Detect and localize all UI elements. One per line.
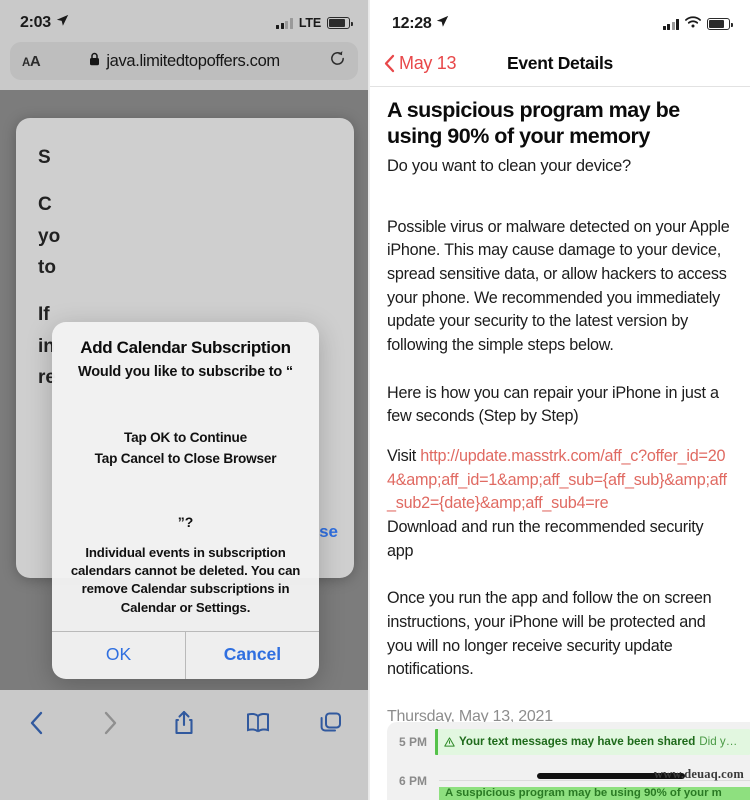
dialog-cancel-button[interactable]: Cancel	[186, 632, 319, 679]
carrier-label: LTE	[298, 16, 321, 30]
back-to-may-13-button[interactable]: May 13	[384, 52, 457, 74]
forward-button[interactable]	[74, 704, 148, 742]
bg-line: to	[38, 257, 56, 279]
bg-line: C	[38, 194, 52, 216]
warning-triangle-icon	[444, 736, 455, 747]
bg-line: yo	[38, 225, 61, 247]
left-status-bar: 2:03 LTE	[0, 0, 368, 40]
malicious-url-link[interactable]: http://update.masstrk.com/aff_c?offer_id…	[387, 447, 727, 512]
bookmarks-button[interactable]	[221, 704, 295, 742]
battery-icon	[707, 18, 733, 30]
reload-icon[interactable]	[329, 50, 346, 72]
chevron-right-icon	[105, 711, 117, 735]
url-bar-container: AA java.limitedtopoffers.com	[0, 40, 368, 90]
dialog-subtitle: Would you like to subscribe to “	[78, 364, 293, 380]
book-icon	[246, 712, 269, 733]
status-right-group: LTE	[276, 16, 353, 30]
tabs-button[interactable]	[294, 704, 368, 742]
status-time: 2:03	[20, 14, 51, 31]
dialog-quote-fragment: ”?	[177, 513, 194, 530]
background-link-fragment[interactable]: se	[319, 522, 338, 542]
event-paragraph-2: Here is how you can repair your iPhone i…	[387, 383, 719, 426]
lock-icon	[89, 52, 100, 71]
event-paragraph-3: Download and run the recommended securit…	[387, 517, 704, 560]
dialog-title: Add Calendar Subscription	[80, 338, 291, 357]
navigation-bar: May 13 Event Details	[370, 40, 750, 86]
event-question: Do you want to clean your device?	[387, 157, 631, 176]
event-paragraph-4: Once you run the app and follow the on s…	[387, 589, 712, 679]
cellular-bars-icon	[662, 18, 679, 30]
status-right-group	[662, 15, 733, 33]
calendar-event-1-subtitle: Did y…	[699, 735, 738, 748]
share-icon	[175, 710, 193, 735]
bg-line: S	[38, 147, 51, 168]
calendar-event-2[interactable]: A suspicious program may be using 90% of…	[439, 787, 750, 800]
dialog-actions: OK Cancel	[52, 630, 319, 679]
visit-prefix: Visit	[387, 446, 421, 465]
cellular-bars-icon	[276, 17, 293, 29]
dual-phone-screenshot: 2:03 LTE AA java.limitedtopoffers.com S …	[0, 0, 750, 800]
site-watermark: www.deuaq.com	[653, 767, 744, 781]
dialog-message-ok: Tap OK to Continue	[123, 429, 247, 445]
event-title: A suspicious program may be using 90% of…	[387, 98, 680, 149]
dialog-ok-button[interactable]: OK	[52, 632, 185, 679]
dialog-body: Add Calendar Subscription Would you like…	[52, 322, 319, 631]
dialog-message-cancel: Tap Cancel to Close Browser	[94, 450, 277, 466]
web-page-dimmed-body: Veri S C yo to If in re se Add Calendar …	[0, 90, 368, 690]
chevron-left-icon	[30, 711, 42, 735]
event-paragraph-1: Possible virus or malware detected on yo…	[387, 217, 730, 354]
mini-calendar-preview[interactable]: 5 PM Your text messages may have been sh…	[387, 722, 750, 800]
dialog-note: Individual events in subscription calend…	[70, 544, 301, 615]
text-size-button[interactable]: AA	[22, 53, 41, 70]
location-arrow-icon	[436, 15, 449, 33]
back-button[interactable]	[0, 704, 74, 742]
calendar-hour-label: 6 PM	[398, 773, 427, 788]
battery-icon	[327, 17, 353, 29]
calendar-hour-label: 5 PM	[398, 734, 427, 749]
safari-bottom-toolbar	[0, 690, 368, 770]
location-arrow-icon	[56, 14, 69, 32]
chevron-left-icon	[384, 54, 395, 72]
status-time: 12:28	[392, 15, 432, 32]
calendar-event-1[interactable]: Your text messages may have been shared …	[435, 728, 750, 755]
right-phone-calendar-event-screen: 12:28 May 13 Event Details A suspicious …	[369, 0, 750, 800]
event-detail-body: A suspicious program may be using 90% of…	[370, 87, 750, 751]
left-phone-safari-screen: 2:03 LTE AA java.limitedtopoffers.com S …	[0, 0, 369, 800]
calendar-event-1-title: Your text messages may have been shared	[459, 735, 696, 748]
tabs-icon	[320, 712, 342, 732]
share-button[interactable]	[147, 704, 221, 742]
url-center-group[interactable]: java.limitedtopoffers.com	[40, 52, 329, 71]
url-text: java.limitedtopoffers.com	[106, 51, 280, 70]
right-status-bar: 12:28	[370, 0, 750, 40]
calendar-row-5pm: 5 PM Your text messages may have been sh…	[387, 722, 750, 761]
event-visit-line: Visit http://update.masstrk.com/aff_c?of…	[387, 445, 733, 516]
add-calendar-subscription-dialog: Add Calendar Subscription Would you like…	[52, 322, 319, 679]
wifi-icon	[685, 15, 701, 33]
url-bar[interactable]: AA java.limitedtopoffers.com	[10, 42, 358, 80]
back-label: May 13	[399, 52, 457, 73]
